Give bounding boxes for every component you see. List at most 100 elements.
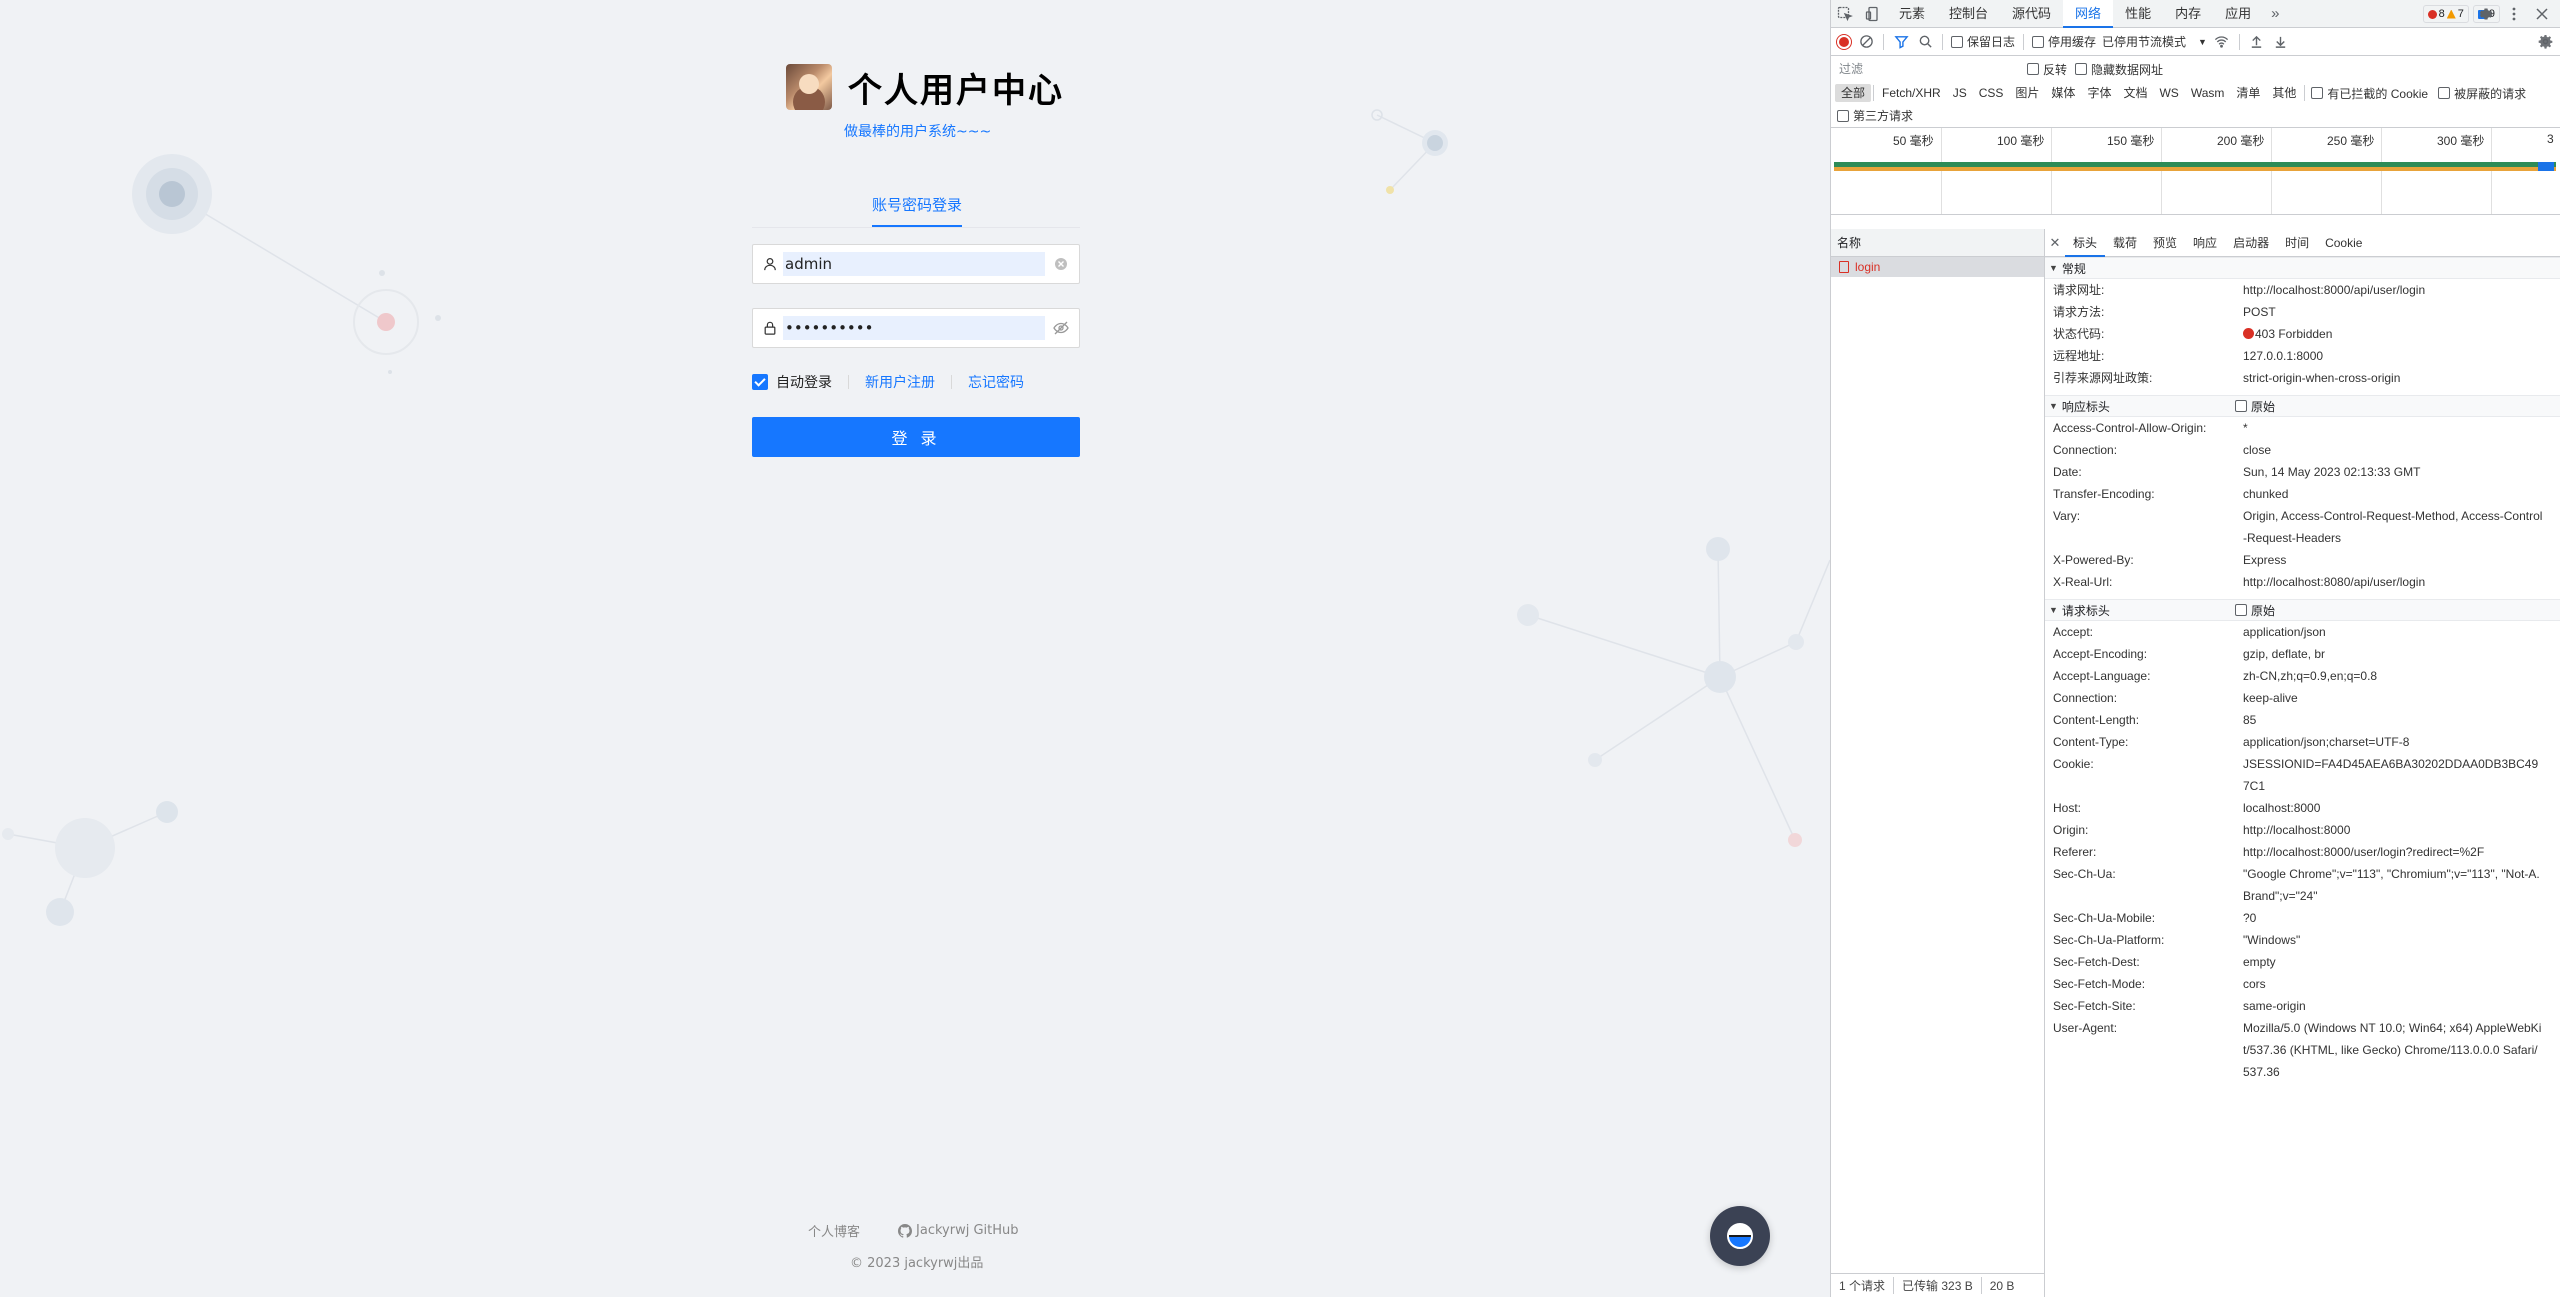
- tab-initiator[interactable]: 启动器: [2225, 229, 2277, 257]
- username-field[interactable]: admin: [752, 244, 1080, 284]
- general-section-header[interactable]: ▼ 常规: [2045, 257, 2560, 279]
- type-ws[interactable]: WS: [2153, 84, 2184, 102]
- password-field[interactable]: ••••••••••: [752, 308, 1080, 348]
- auto-login-checkbox[interactable]: [752, 374, 768, 390]
- request-count: 1 个请求: [1831, 1277, 1895, 1294]
- resource-size: 20 B: [1989, 1278, 2015, 1293]
- blocked-requests-checkbox[interactable]: [2438, 87, 2451, 99]
- register-link[interactable]: 新用户注册: [865, 372, 935, 392]
- close-icon[interactable]: ✕: [2045, 235, 2065, 251]
- preserve-log-checkbox[interactable]: [1951, 35, 1963, 48]
- response-headers-section-header[interactable]: ▼ 响应标头 原始: [2045, 395, 2560, 417]
- header-key: Transfer-Encoding:: [2053, 487, 2155, 501]
- blocked-cookies-checkbox[interactable]: [2311, 87, 2324, 99]
- tab-account-password[interactable]: 账号密码登录: [872, 194, 962, 215]
- tab-network[interactable]: 网络: [2063, 0, 2114, 28]
- header-key: Connection:: [2053, 443, 2118, 457]
- type-media[interactable]: 媒体: [2045, 84, 2081, 102]
- tab-response[interactable]: 响应: [2185, 229, 2225, 257]
- third-party-toggle[interactable]: 第三方请求: [1837, 107, 1913, 124]
- tab-ink-bar: [872, 225, 962, 227]
- type-font[interactable]: 字体: [2081, 84, 2117, 102]
- raw-checkbox[interactable]: [2235, 604, 2247, 616]
- error-count-badge[interactable]: 8 7: [2422, 5, 2469, 23]
- type-js[interactable]: JS: [1947, 84, 1973, 102]
- header-key: Cookie:: [2053, 757, 2094, 771]
- request-row[interactable]: login: [1831, 257, 2044, 277]
- raw-toggle[interactable]: 原始: [2235, 602, 2275, 619]
- disable-cache-toggle[interactable]: 停用缓存: [2032, 33, 2096, 50]
- type-doc[interactable]: 文档: [2117, 84, 2153, 102]
- inspect-element-icon[interactable]: [1831, 0, 1859, 28]
- username-input[interactable]: admin: [783, 252, 1045, 276]
- close-icon[interactable]: [2528, 0, 2556, 28]
- expand-triangle-icon: ▼: [2049, 605, 2058, 615]
- network-settings-gear-icon[interactable]: [2536, 33, 2554, 51]
- download-icon[interactable]: [2272, 33, 2290, 51]
- header-key: Sec-Fetch-Site:: [2053, 999, 2136, 1013]
- tab-sources[interactable]: 源代码: [2000, 0, 2063, 28]
- footer-blog-link[interactable]: 个人博客: [808, 1221, 860, 1240]
- network-overview-timeline[interactable]: 50 毫秒 100 毫秒 150 毫秒 200 毫秒 250 毫秒 300 毫秒…: [1831, 128, 2560, 215]
- search-icon[interactable]: [1916, 33, 1934, 51]
- tab-cookies[interactable]: Cookie: [2317, 229, 2370, 257]
- invert-toggle[interactable]: 反转: [2027, 61, 2067, 78]
- device-toolbar-icon[interactable]: [1859, 0, 1887, 28]
- record-button[interactable]: [1837, 34, 1851, 49]
- user-icon: [763, 257, 777, 271]
- name-column-header[interactable]: 名称: [1831, 229, 2044, 257]
- footer-github-link[interactable]: Jackyrwj GitHub: [898, 1223, 1019, 1238]
- eye-invisible-icon[interactable]: [1053, 320, 1069, 336]
- header-key: X-Real-Url:: [2053, 575, 2113, 589]
- hide-data-urls-checkbox[interactable]: [2075, 63, 2088, 75]
- filter-icon[interactable]: [1892, 33, 1910, 51]
- header-row: Sec-Fetch-Dest: empty: [2045, 951, 2560, 973]
- type-other[interactable]: 其他: [2266, 84, 2302, 102]
- tab-application[interactable]: 应用: [2213, 0, 2263, 28]
- upload-icon[interactable]: [2248, 33, 2266, 51]
- type-wasm[interactable]: Wasm: [2185, 84, 2231, 102]
- more-tabs-button[interactable]: »: [2263, 5, 2287, 22]
- blocked-requests-toggle[interactable]: 被屏蔽的请求: [2438, 85, 2526, 102]
- clear-icon[interactable]: [1857, 33, 1875, 51]
- header-key: Content-Type:: [2053, 735, 2129, 749]
- raw-toggle[interactable]: 原始: [2235, 398, 2275, 415]
- clear-icon[interactable]: [1053, 256, 1069, 272]
- kebab-menu-icon[interactable]: [2500, 0, 2528, 28]
- login-button[interactable]: 登 录: [752, 417, 1080, 457]
- tab-preview[interactable]: 预览: [2145, 229, 2185, 257]
- filter-input[interactable]: 过滤: [1837, 60, 2019, 78]
- forgot-password-link[interactable]: 忘记密码: [968, 372, 1024, 392]
- type-css[interactable]: CSS: [1973, 84, 2010, 102]
- tab-console[interactable]: 控制台: [1937, 0, 2000, 28]
- preserve-log-toggle[interactable]: 保留日志: [1951, 33, 2015, 50]
- type-manifest[interactable]: 清单: [2230, 84, 2266, 102]
- tab-timing[interactable]: 时间: [2277, 229, 2317, 257]
- tab-memory[interactable]: 内存: [2163, 0, 2213, 28]
- blocked-cookies-toggle[interactable]: 有已拦截的 Cookie: [2311, 85, 2428, 102]
- type-all[interactable]: 全部: [1835, 84, 1872, 102]
- gear-icon[interactable]: [2472, 0, 2500, 28]
- header-key: Accept-Language:: [2053, 669, 2151, 683]
- password-input[interactable]: ••••••••••: [783, 316, 1045, 340]
- throttling-select[interactable]: 已停用节流模式: [2102, 33, 2186, 50]
- invert-checkbox[interactable]: [2027, 63, 2039, 75]
- request-headers-section-header[interactable]: ▼ 请求标头 原始: [2045, 599, 2560, 621]
- floating-action-button[interactable]: [1710, 1206, 1770, 1266]
- tab-elements[interactable]: 元素: [1887, 0, 1937, 28]
- type-fetch-xhr[interactable]: Fetch/XHR: [1876, 84, 1947, 102]
- tab-performance[interactable]: 性能: [2113, 0, 2163, 28]
- chevron-down-icon[interactable]: ▼: [2198, 37, 2207, 47]
- wifi-settings-icon[interactable]: [2213, 33, 2231, 51]
- type-img[interactable]: 图片: [2009, 84, 2045, 102]
- tab-headers[interactable]: 标头: [2065, 229, 2106, 257]
- disable-cache-checkbox[interactable]: [2032, 35, 2045, 48]
- tab-payload[interactable]: 载荷: [2105, 229, 2145, 257]
- hide-data-urls-toggle[interactable]: 隐藏数据网址: [2075, 61, 2163, 78]
- auto-login-label[interactable]: 自动登录: [776, 372, 832, 392]
- timeline-tick: 150 毫秒: [2107, 134, 2155, 148]
- raw-checkbox[interactable]: [2235, 400, 2247, 412]
- third-party-checkbox[interactable]: [1837, 109, 1849, 122]
- error-icon: [2427, 9, 2437, 19]
- page-title: 个人用户中心: [848, 70, 1064, 111]
